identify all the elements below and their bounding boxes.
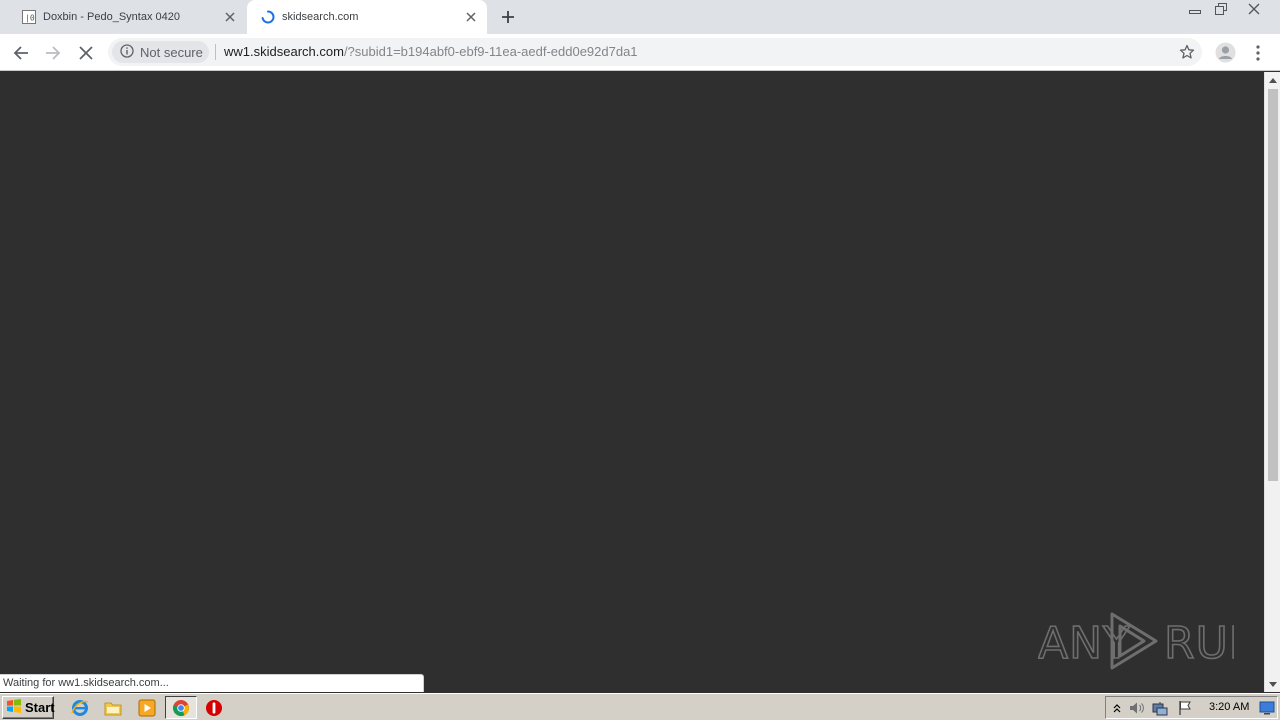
omnibox-divider bbox=[215, 44, 216, 60]
back-arrow-icon[interactable] bbox=[10, 42, 32, 64]
windows-logo-icon bbox=[6, 698, 22, 717]
scroll-down-arrow-icon[interactable] bbox=[1265, 676, 1280, 692]
doxbin-favicon-icon: |0 bbox=[22, 10, 36, 24]
url-host: ww1.skidsearch.com bbox=[224, 44, 344, 59]
new-tab-icon[interactable] bbox=[499, 8, 517, 26]
forward-arrow-icon[interactable] bbox=[42, 42, 64, 64]
tab-title: skidsearch.com bbox=[282, 11, 359, 23]
system-tray: 3:20 AM bbox=[1105, 696, 1278, 719]
address-bar[interactable]: Not secure ww1.skidsearch.com/?subid1=b1… bbox=[108, 38, 1202, 66]
file-explorer-icon[interactable] bbox=[103, 698, 123, 718]
site-security-chip[interactable]: Not secure bbox=[112, 41, 209, 63]
scroll-up-arrow-icon[interactable] bbox=[1265, 72, 1280, 88]
vertical-scrollbar[interactable] bbox=[1264, 72, 1280, 692]
info-icon bbox=[120, 43, 134, 62]
show-hidden-icons-icon[interactable] bbox=[1109, 700, 1125, 716]
network-icon[interactable] bbox=[1152, 700, 1168, 716]
media-player-icon[interactable] bbox=[137, 698, 157, 718]
page-viewport[interactable] bbox=[0, 72, 1264, 692]
watermark-text-left: ANY bbox=[1038, 618, 1131, 669]
status-bubble: Waiting for ww1.skidsearch.com... bbox=[0, 674, 424, 692]
scrollbar-thumb[interactable] bbox=[1268, 89, 1278, 481]
bookmark-star-icon[interactable] bbox=[1178, 43, 1196, 61]
restore-window-icon[interactable] bbox=[1210, 0, 1232, 18]
chrome-icon[interactable] bbox=[165, 696, 197, 719]
url-text[interactable]: ww1.skidsearch.com/?subid1=b194abf0-ebf9… bbox=[224, 44, 638, 60]
kebab-menu-icon[interactable] bbox=[1250, 42, 1266, 63]
url-query: /?subid1=b194abf0-ebf9-11ea-aedf-edd0e92… bbox=[343, 44, 638, 59]
tab-strip: |0 Doxbin - Pedo_Syntax 0420 skidsearch.… bbox=[0, 0, 1280, 34]
windows-taskbar: Start 3:20 AM bbox=[0, 693, 1280, 720]
internet-explorer-icon[interactable] bbox=[70, 698, 90, 718]
tab-skidsearch[interactable]: skidsearch.com bbox=[247, 0, 487, 34]
start-button[interactable]: Start bbox=[2, 696, 55, 719]
svg-text:|0: |0 bbox=[25, 14, 35, 23]
stop-loading-icon[interactable] bbox=[75, 42, 97, 64]
volume-icon[interactable] bbox=[1129, 700, 1145, 716]
show-desktop-icon[interactable] bbox=[1259, 700, 1275, 716]
stop-sign-icon[interactable] bbox=[204, 698, 224, 718]
screen: |0 Doxbin - Pedo_Syntax 0420 skidsearch.… bbox=[0, 0, 1280, 720]
close-tab-icon[interactable] bbox=[463, 9, 479, 25]
anyrun-watermark: ANY RUN bbox=[1037, 608, 1263, 674]
action-center-flag-icon[interactable] bbox=[1177, 700, 1193, 716]
close-tab-icon[interactable] bbox=[222, 9, 238, 25]
start-label: Start bbox=[25, 700, 55, 715]
browser-toolbar: Not secure ww1.skidsearch.com/?subid1=b1… bbox=[0, 34, 1280, 71]
taskbar-clock[interactable]: 3:20 AM bbox=[1209, 701, 1249, 713]
tab-doxbin[interactable]: |0 Doxbin - Pedo_Syntax 0420 bbox=[8, 0, 246, 34]
security-label: Not secure bbox=[140, 44, 203, 60]
profile-avatar-icon[interactable] bbox=[1215, 42, 1236, 63]
watermark-text-right: RUN bbox=[1164, 618, 1234, 669]
loading-spinner-icon bbox=[261, 10, 275, 24]
minimize-window-icon[interactable] bbox=[1184, 0, 1206, 18]
tab-title: Doxbin - Pedo_Syntax 0420 bbox=[43, 11, 180, 23]
close-window-icon[interactable] bbox=[1242, 0, 1266, 18]
